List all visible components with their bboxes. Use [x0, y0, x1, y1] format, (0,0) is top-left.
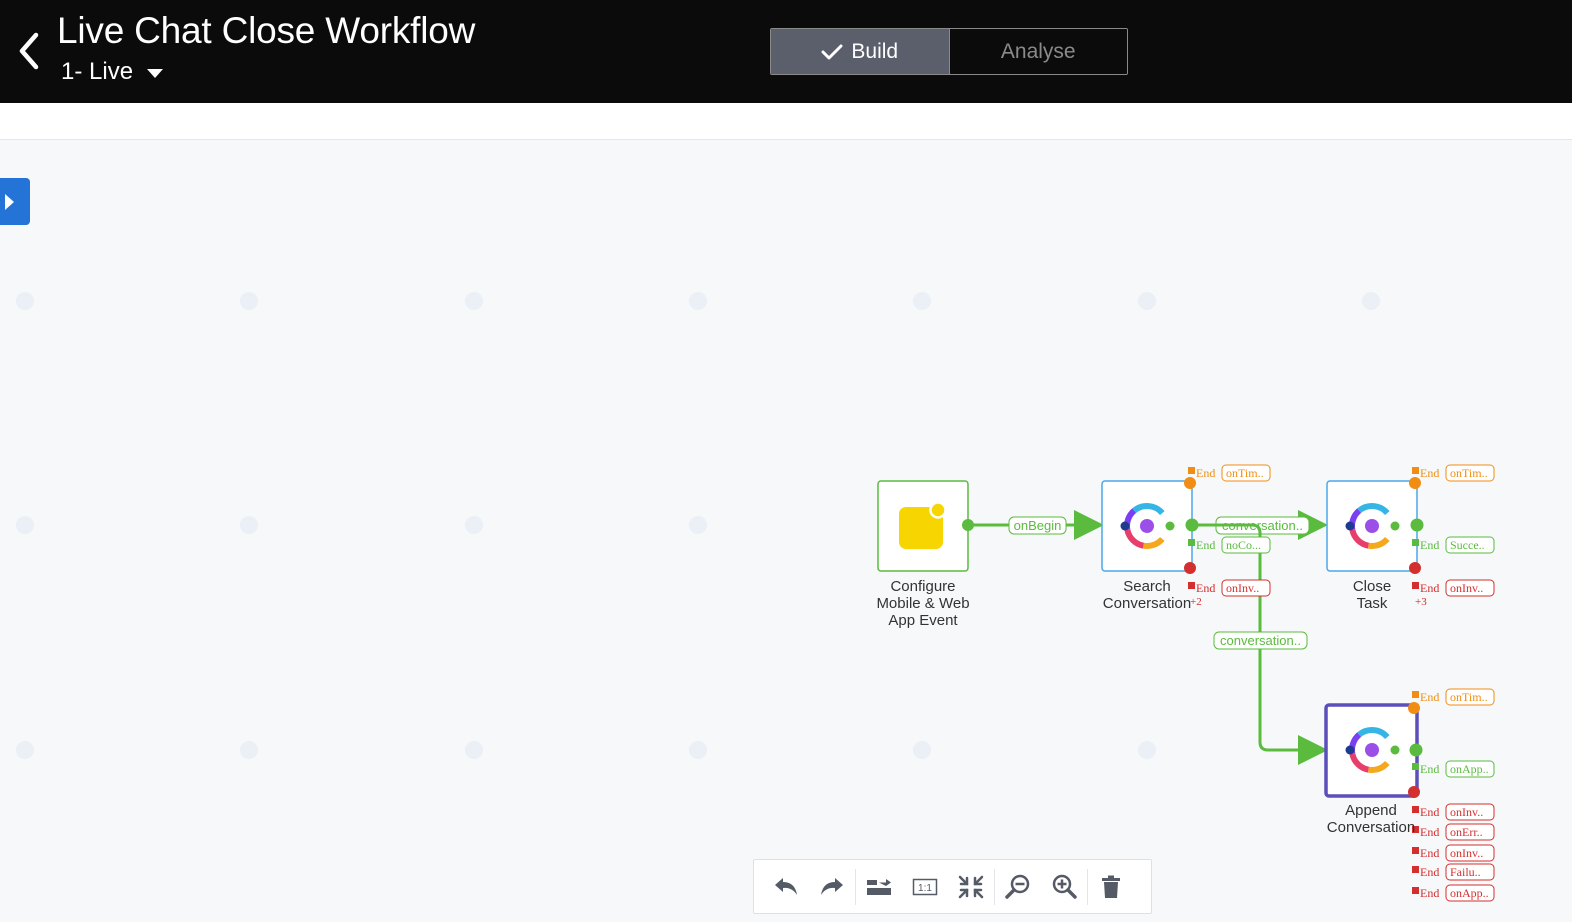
node-label-append-conversation: Append Conversation [1301, 802, 1441, 836]
fit-to-screen-button[interactable] [948, 865, 994, 909]
fit-to-screen-icon [958, 875, 984, 898]
grid-dot [1138, 741, 1156, 759]
node-configure-event[interactable] [877, 480, 974, 572]
error-port[interactable] [1408, 786, 1420, 798]
error-port[interactable] [1184, 562, 1196, 574]
grid-dot [16, 516, 34, 534]
auto-layout-icon [867, 878, 891, 895]
end-tag-close[interactable]: End Succe.. [1412, 536, 1495, 554]
output-port[interactable] [962, 519, 974, 531]
end-tag-label: onTim.. [1450, 466, 1488, 480]
output-port[interactable] [1185, 518, 1199, 532]
end-tag-append[interactable]: End onApp.. [1412, 760, 1495, 778]
end-tag-label: onApp.. [1450, 886, 1489, 900]
node-label-configure-event: Configure Mobile & Web App Event [853, 578, 993, 629]
node-label-line: Configure [890, 578, 956, 595]
grid-dot [16, 292, 34, 310]
zoom-in-icon [1052, 874, 1077, 899]
zoom-out-button[interactable] [995, 865, 1041, 909]
end-tag-label: Succe.. [1450, 538, 1485, 552]
end-tag-append[interactable]: End onInv.. [1412, 844, 1495, 862]
end-tag-label: onApp.. [1450, 762, 1489, 776]
end-label: End [1196, 466, 1215, 480]
end-tag-label: onInv.. [1450, 805, 1483, 819]
grid-dot [16, 741, 34, 759]
grid-dot [240, 516, 258, 534]
grid-dot [689, 292, 707, 310]
actual-size-button[interactable]: 1:1 [902, 865, 948, 909]
node-label-line: Mobile & Web [876, 595, 970, 612]
end-tag-label: onErr.. [1450, 825, 1483, 839]
node-label-line: Conversation [1102, 595, 1192, 612]
error-port[interactable] [1409, 562, 1421, 574]
grid-dot [1362, 292, 1380, 310]
end-tag-close[interactable]: End onTim.. [1412, 464, 1495, 482]
node-label-line: Conversation [1326, 819, 1416, 836]
end-label: End [1420, 865, 1439, 879]
node-label-search-conversation: Search Conversation [1077, 578, 1217, 612]
output-port[interactable] [1409, 743, 1423, 757]
grid-dot [913, 292, 931, 310]
end-tag-search[interactable]: End onTim.. [1188, 464, 1271, 482]
node-label-line: Close [1352, 578, 1392, 595]
end-label: End [1420, 886, 1439, 900]
end-tag-label: Failu.. [1450, 865, 1481, 879]
workflow-canvas[interactable]: onBegin conversation.. conversation.. En… [0, 0, 1572, 922]
node-label-close-task: Close Task [1302, 578, 1442, 612]
end-tag-append[interactable]: End onTim.. [1412, 688, 1495, 706]
delete-button[interactable] [1088, 865, 1134, 909]
end-tag-label: noCo... [1226, 538, 1261, 552]
end-label: End [1420, 762, 1439, 776]
auto-layout-button[interactable] [856, 865, 902, 909]
end-label: End [1420, 846, 1439, 860]
canvas-toolbar: 1:1 [753, 859, 1152, 914]
end-tag-label: onTim.. [1450, 690, 1488, 704]
node-label-line: Task [1356, 595, 1388, 612]
end-tag-label: onInv.. [1450, 846, 1483, 860]
zoom-out-icon [1005, 874, 1030, 899]
timeout-port[interactable] [1184, 477, 1196, 489]
redo-button[interactable] [809, 865, 855, 909]
grid-dot [689, 516, 707, 534]
node-label-line: Search [1123, 578, 1171, 595]
grid-dot [1138, 292, 1156, 310]
grid-dot [465, 741, 483, 759]
undo-icon [775, 877, 797, 895]
edge-search-to-append[interactable]: conversation.. [1192, 523, 1328, 765]
end-label: End [1196, 538, 1215, 552]
node-label-line: Append [1345, 802, 1397, 819]
end-tag-label: onTim.. [1226, 466, 1264, 480]
timeout-port[interactable] [1408, 702, 1420, 714]
edge-on-begin[interactable]: onBegin [968, 510, 1104, 540]
actual-size-icon: 1:1 [912, 878, 938, 895]
end-tag-search[interactable]: End noCo... [1188, 536, 1271, 554]
end-tag-append[interactable]: End onApp.. [1412, 884, 1495, 902]
output-port[interactable] [1410, 518, 1424, 532]
undo-button[interactable] [763, 865, 809, 909]
grid-dot [689, 741, 707, 759]
grid-dot [465, 292, 483, 310]
node-search-conversation[interactable] [1101, 477, 1199, 574]
end-label: End [1420, 538, 1439, 552]
node-label-line: App Event [888, 612, 958, 629]
end-tag-label: onInv.. [1226, 581, 1259, 595]
grid-dot [240, 741, 258, 759]
grid-dot [465, 516, 483, 534]
edge-label-on-begin: onBegin [1014, 518, 1062, 533]
end-tag-label: onInv.. [1450, 581, 1483, 595]
delete-icon [1102, 875, 1120, 898]
redo-icon [821, 877, 843, 895]
edge-label-search-to-append: conversation.. [1220, 633, 1301, 648]
node-append-conversation[interactable] [1324, 702, 1423, 798]
grid-dot [913, 741, 931, 759]
end-label: End [1420, 690, 1439, 704]
end-label: End [1420, 466, 1439, 480]
zoom-in-button[interactable] [1041, 865, 1087, 909]
end-tag-append[interactable]: End Failu.. [1412, 863, 1495, 881]
node-close-task[interactable] [1326, 477, 1424, 574]
svg-text:1:1: 1:1 [918, 883, 932, 894]
grid-dot [240, 292, 258, 310]
